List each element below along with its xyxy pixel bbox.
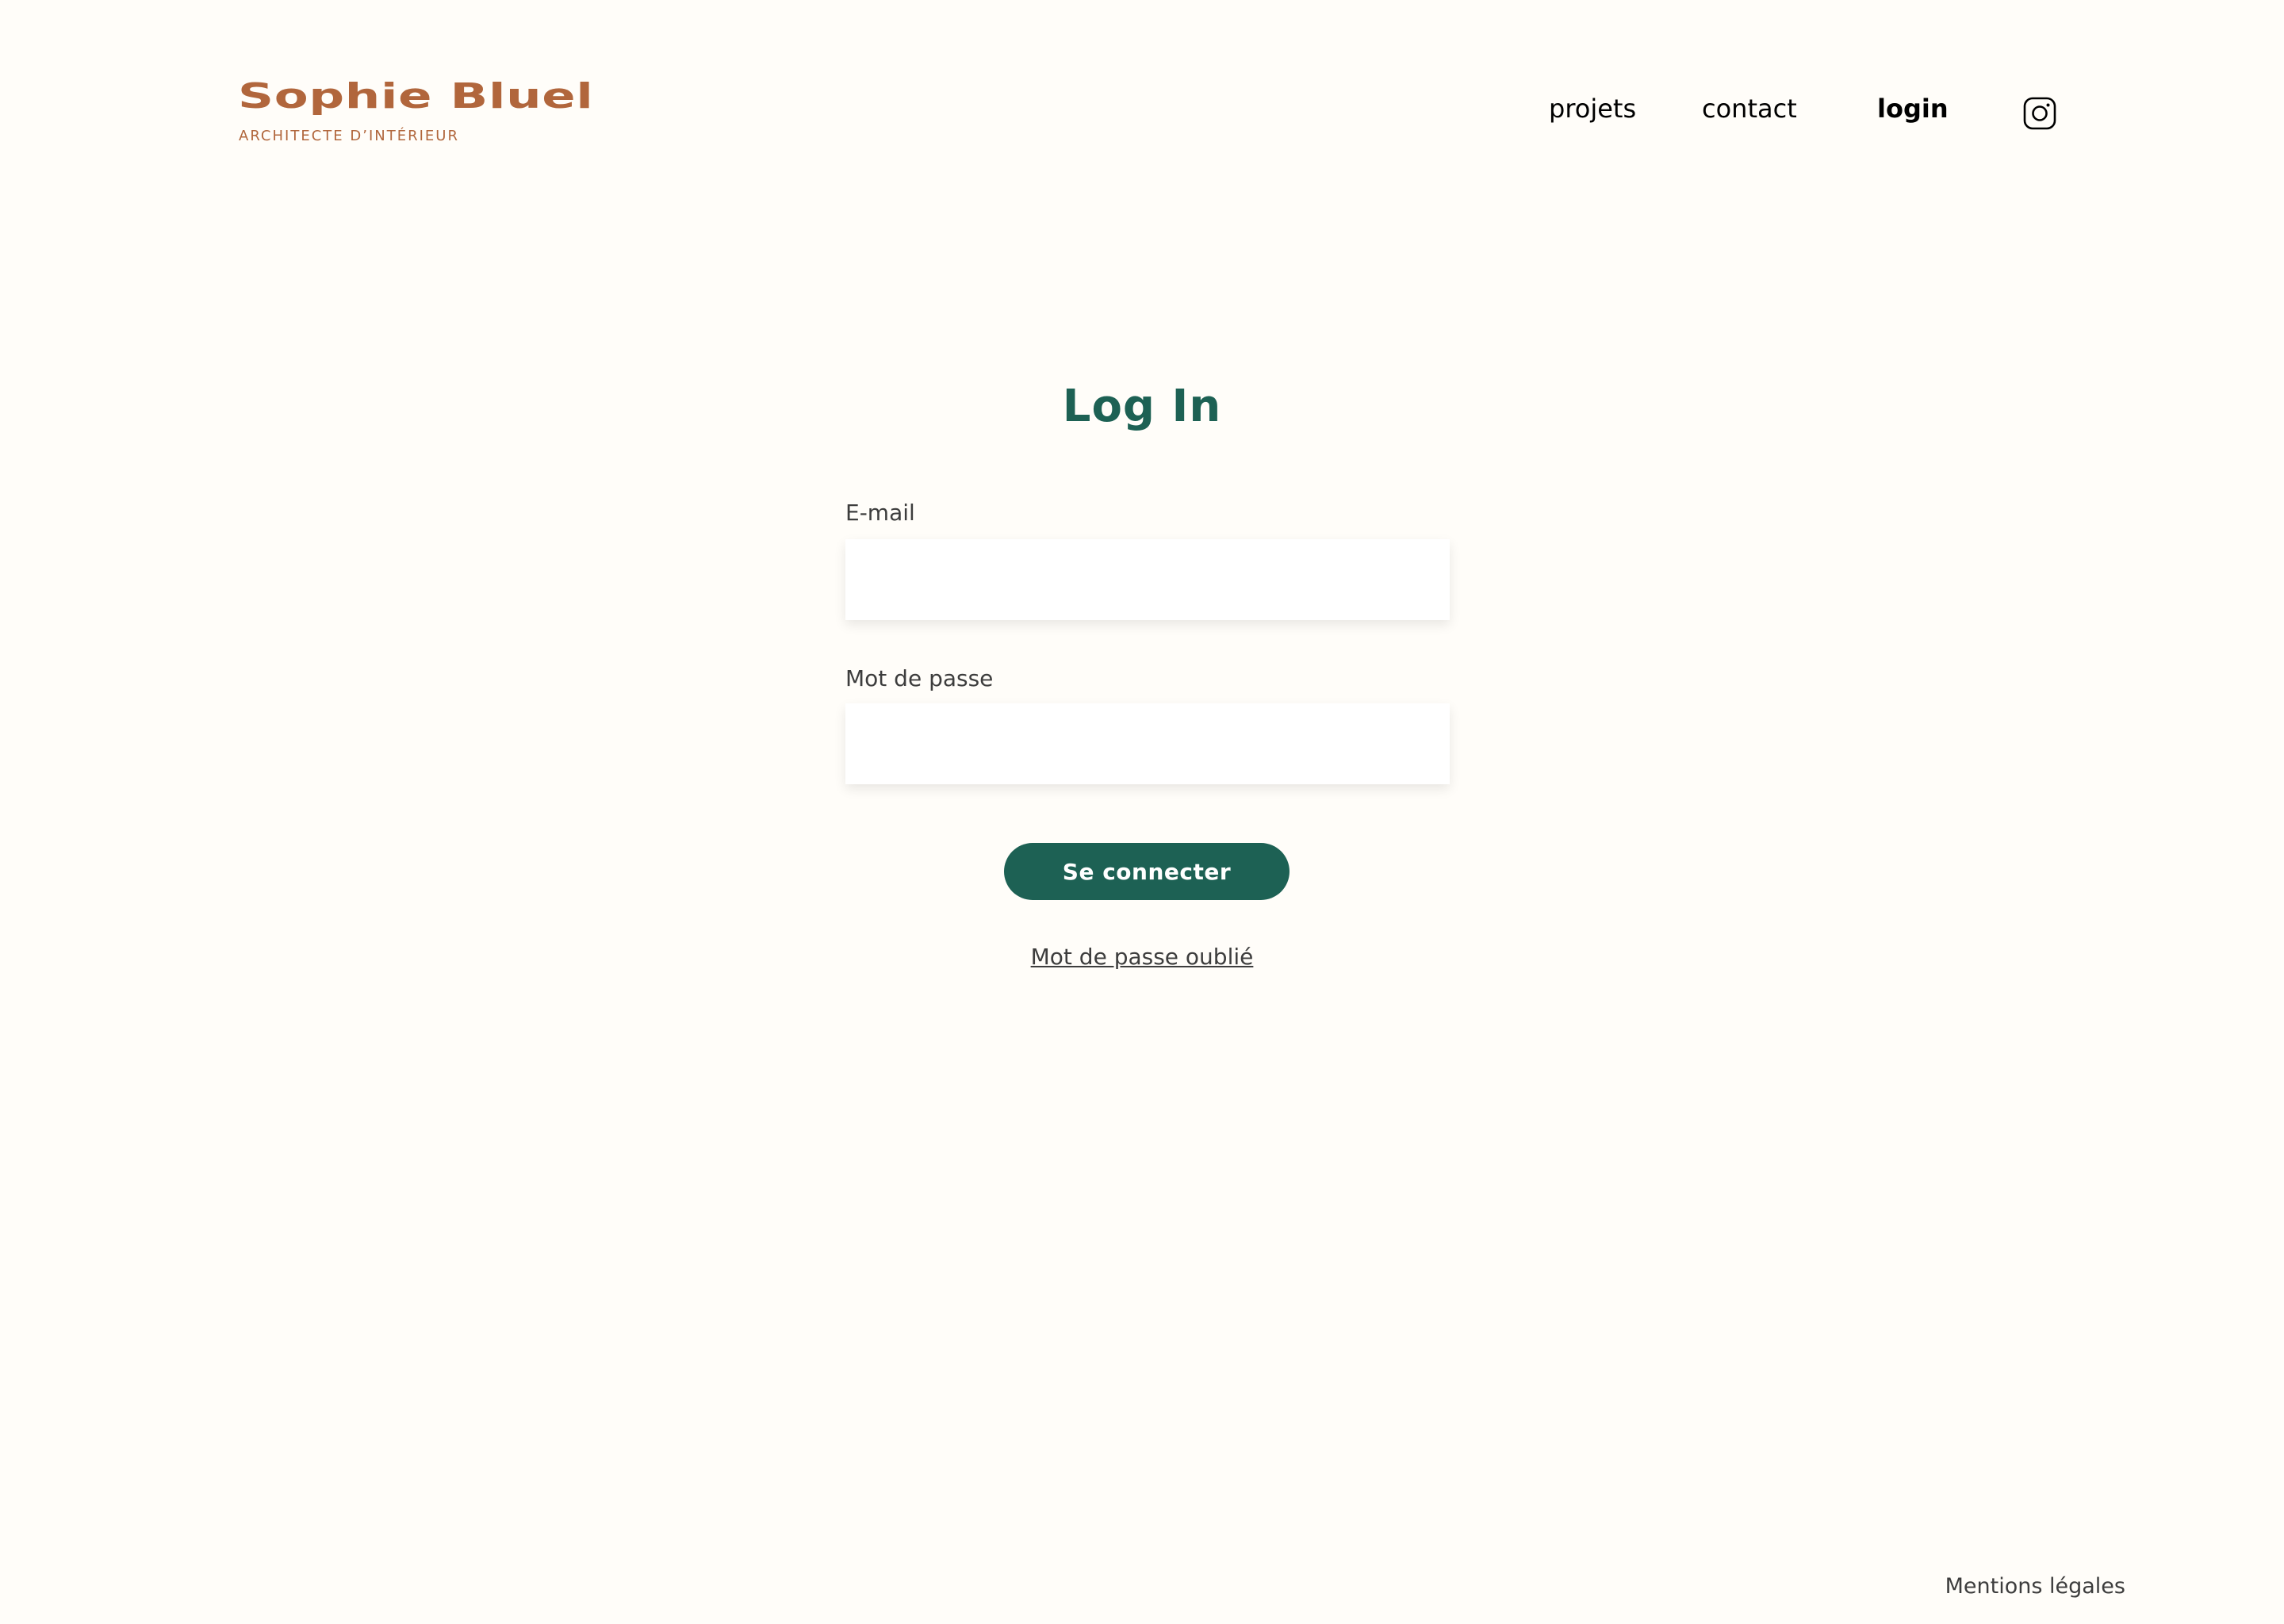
password-field[interactable] <box>845 703 1450 784</box>
email-field[interactable] <box>845 539 1450 620</box>
email-label: E-mail <box>845 500 915 526</box>
nav-link-contact[interactable]: contact <box>1702 94 1797 133</box>
forgot-password-link[interactable]: Mot de passe oublié <box>1031 944 1254 970</box>
instagram-icon[interactable] <box>2023 97 2056 130</box>
login-submit-button[interactable]: Se connecter <box>1004 843 1290 900</box>
legal-notice-link[interactable]: Mentions légales <box>1945 1574 2125 1599</box>
nav-link-projets[interactable]: projets <box>1549 94 1636 133</box>
forgot-password-row: Mot de passe oublié <box>0 944 2284 970</box>
instagram-icon-graphic <box>2023 97 2056 130</box>
nav-link-login[interactable]: login <box>1877 94 1949 133</box>
page-title: Log In <box>1062 381 1222 432</box>
site-header: Sophie Bluel ARCHITECTE D’INTÉRIEUR proj… <box>0 0 2284 182</box>
brand-subtitle: ARCHITECTE D’INTÉRIEUR <box>239 128 459 144</box>
brand-logo-name[interactable]: Sophie Bluel <box>238 76 594 117</box>
password-label: Mot de passe <box>845 665 994 691</box>
